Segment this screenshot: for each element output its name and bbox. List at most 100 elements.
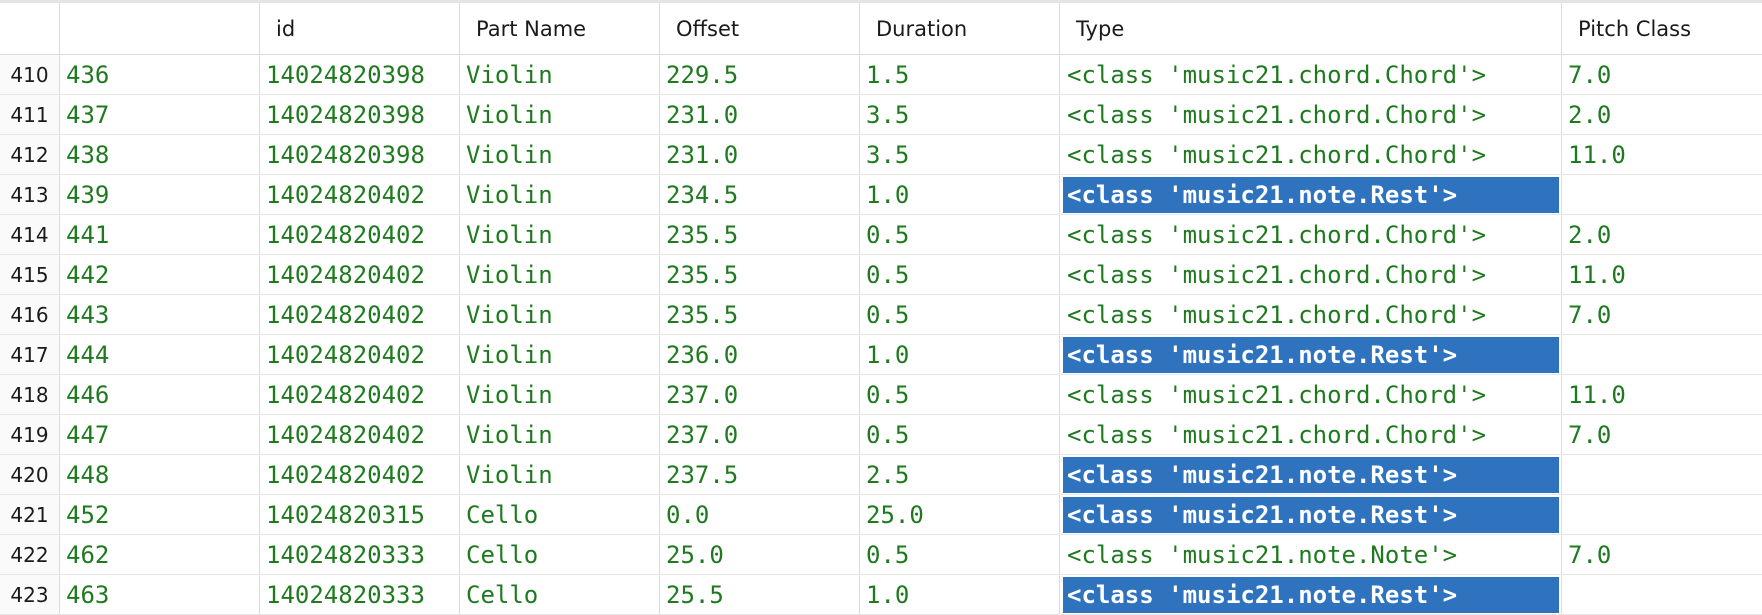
cell-offset[interactable]: 231.0: [660, 135, 860, 174]
cell-part-name[interactable]: Violin: [460, 255, 660, 294]
cell-pitch-class[interactable]: [1562, 175, 1762, 214]
cell-part-name[interactable]: Violin: [460, 175, 660, 214]
table-row[interactable]: 410 436 14024820398 Violin 229.5 1.5 <class 'm…: [0, 55, 1762, 95]
cell-pitch-class[interactable]: [1562, 495, 1762, 534]
cell-pitch-class[interactable]: [1562, 335, 1762, 374]
cell-pitch-class[interactable]: 11.0: [1562, 255, 1762, 294]
table-row[interactable]: 423 463 14024820333 Cello 25.5 1.0 <class 'mus…: [0, 575, 1762, 615]
cell-pitch-class[interactable]: 7.0: [1562, 55, 1762, 94]
cell-duration[interactable]: 3.5: [860, 95, 1060, 134]
cell-duration[interactable]: 0.5: [860, 375, 1060, 414]
cell-pitch-class[interactable]: 7.0: [1562, 415, 1762, 454]
cell-id[interactable]: 14024820398: [260, 135, 460, 174]
cell-part-name[interactable]: Cello: [460, 495, 660, 534]
cell-type[interactable]: <class 'music21.chord.Chord'>: [1060, 295, 1562, 334]
cell-index[interactable]: 463: [60, 575, 260, 614]
cell-duration[interactable]: 2.5: [860, 455, 1060, 494]
cell-part-name[interactable]: Violin: [460, 375, 660, 414]
table-row[interactable]: 413 439 14024820402 Violin 234.5 1.0 <class 'm…: [0, 175, 1762, 215]
cell-type[interactable]: <class 'music21.note.Rest'>: [1060, 335, 1562, 374]
cell-type[interactable]: <class 'music21.chord.Chord'>: [1060, 95, 1562, 134]
cell-duration[interactable]: 0.5: [860, 295, 1060, 334]
cell-part-name[interactable]: Violin: [460, 335, 660, 374]
cell-pitch-class[interactable]: 11.0: [1562, 375, 1762, 414]
cell-duration[interactable]: 3.5: [860, 135, 1060, 174]
cell-duration[interactable]: 1.0: [860, 335, 1060, 374]
cell-pitch-class[interactable]: 2.0: [1562, 95, 1762, 134]
table-row[interactable]: 411 437 14024820398 Violin 231.0 3.5 <class 'm…: [0, 95, 1762, 135]
cell-pitch-class[interactable]: 11.0: [1562, 135, 1762, 174]
row-number[interactable]: 410: [0, 55, 60, 94]
row-number[interactable]: 420: [0, 455, 60, 494]
header-part-name[interactable]: Part Name: [460, 3, 660, 54]
cell-id[interactable]: 14024820402: [260, 375, 460, 414]
cell-index[interactable]: 444: [60, 335, 260, 374]
cell-index[interactable]: 452: [60, 495, 260, 534]
table-row[interactable]: 416 443 14024820402 Violin 235.5 0.5 <class 'm…: [0, 295, 1762, 335]
cell-pitch-class[interactable]: [1562, 575, 1762, 614]
header-pitch-class[interactable]: Pitch Class: [1562, 3, 1762, 54]
cell-id[interactable]: 14024820398: [260, 95, 460, 134]
cell-index[interactable]: 462: [60, 535, 260, 574]
cell-part-name[interactable]: Cello: [460, 535, 660, 574]
cell-id[interactable]: 14024820315: [260, 495, 460, 534]
cell-part-name[interactable]: Violin: [460, 295, 660, 334]
cell-offset[interactable]: 237.0: [660, 415, 860, 454]
cell-index[interactable]: 439: [60, 175, 260, 214]
cell-type[interactable]: <class 'music21.chord.Chord'>: [1060, 375, 1562, 414]
cell-type[interactable]: <class 'music21.chord.Chord'>: [1060, 415, 1562, 454]
row-number[interactable]: 416: [0, 295, 60, 334]
cell-offset[interactable]: 235.5: [660, 255, 860, 294]
cell-offset[interactable]: 25.0: [660, 535, 860, 574]
cell-index[interactable]: 447: [60, 415, 260, 454]
cell-duration[interactable]: 1.0: [860, 575, 1060, 614]
table-row[interactable]: 412 438 14024820398 Violin 231.0 3.5 <class 'm…: [0, 135, 1762, 175]
table-row[interactable]: 417 444 14024820402 Violin 236.0 1.0 <class 'm…: [0, 335, 1762, 375]
header-id[interactable]: id: [260, 3, 460, 54]
header-type[interactable]: Type: [1060, 3, 1562, 54]
cell-pitch-class[interactable]: 2.0: [1562, 215, 1762, 254]
cell-type[interactable]: <class 'music21.note.Rest'>: [1060, 575, 1562, 614]
cell-id[interactable]: 14024820402: [260, 415, 460, 454]
cell-type[interactable]: <class 'music21.note.Rest'>: [1060, 495, 1562, 534]
table-row[interactable]: 418 446 14024820402 Violin 237.0 0.5 <class 'm…: [0, 375, 1762, 415]
cell-type[interactable]: <class 'music21.chord.Chord'>: [1060, 55, 1562, 94]
dataframe-table[interactable]: id Part Name Offset Duration Type Pitch …: [0, 0, 1762, 615]
cell-index[interactable]: 448: [60, 455, 260, 494]
cell-id[interactable]: 14024820398: [260, 55, 460, 94]
cell-id[interactable]: 14024820402: [260, 175, 460, 214]
cell-id[interactable]: 14024820402: [260, 255, 460, 294]
cell-offset[interactable]: 235.5: [660, 215, 860, 254]
cell-duration[interactable]: 0.5: [860, 215, 1060, 254]
cell-part-name[interactable]: Cello: [460, 575, 660, 614]
cell-duration[interactable]: 0.5: [860, 415, 1060, 454]
cell-type[interactable]: <class 'music21.chord.Chord'>: [1060, 135, 1562, 174]
cell-offset[interactable]: 237.0: [660, 375, 860, 414]
row-number[interactable]: 421: [0, 495, 60, 534]
cell-part-name[interactable]: Violin: [460, 135, 660, 174]
cell-offset[interactable]: 234.5: [660, 175, 860, 214]
cell-type[interactable]: <class 'music21.chord.Chord'>: [1060, 215, 1562, 254]
cell-duration[interactable]: 1.5: [860, 55, 1060, 94]
cell-offset[interactable]: 0.0: [660, 495, 860, 534]
cell-pitch-class[interactable]: [1562, 455, 1762, 494]
table-row[interactable]: 421 452 14024820315 Cello 0.0 25.0 <class 'mus…: [0, 495, 1762, 535]
row-number[interactable]: 419: [0, 415, 60, 454]
row-number[interactable]: 413: [0, 175, 60, 214]
cell-index[interactable]: 442: [60, 255, 260, 294]
cell-id[interactable]: 14024820402: [260, 455, 460, 494]
cell-offset[interactable]: 235.5: [660, 295, 860, 334]
cell-type[interactable]: <class 'music21.note.Note'>: [1060, 535, 1562, 574]
row-number[interactable]: 411: [0, 95, 60, 134]
row-number[interactable]: 418: [0, 375, 60, 414]
cell-id[interactable]: 14024820402: [260, 335, 460, 374]
cell-duration[interactable]: 1.0: [860, 175, 1060, 214]
table-row[interactable]: 420 448 14024820402 Violin 237.5 2.5 <class 'm…: [0, 455, 1762, 495]
cell-type[interactable]: <class 'music21.note.Rest'>: [1060, 455, 1562, 494]
cell-offset[interactable]: 236.0: [660, 335, 860, 374]
cell-pitch-class[interactable]: 7.0: [1562, 295, 1762, 334]
cell-offset[interactable]: 231.0: [660, 95, 860, 134]
cell-type[interactable]: <class 'music21.note.Rest'>: [1060, 175, 1562, 214]
cell-id[interactable]: 14024820402: [260, 295, 460, 334]
row-number[interactable]: 422: [0, 535, 60, 574]
